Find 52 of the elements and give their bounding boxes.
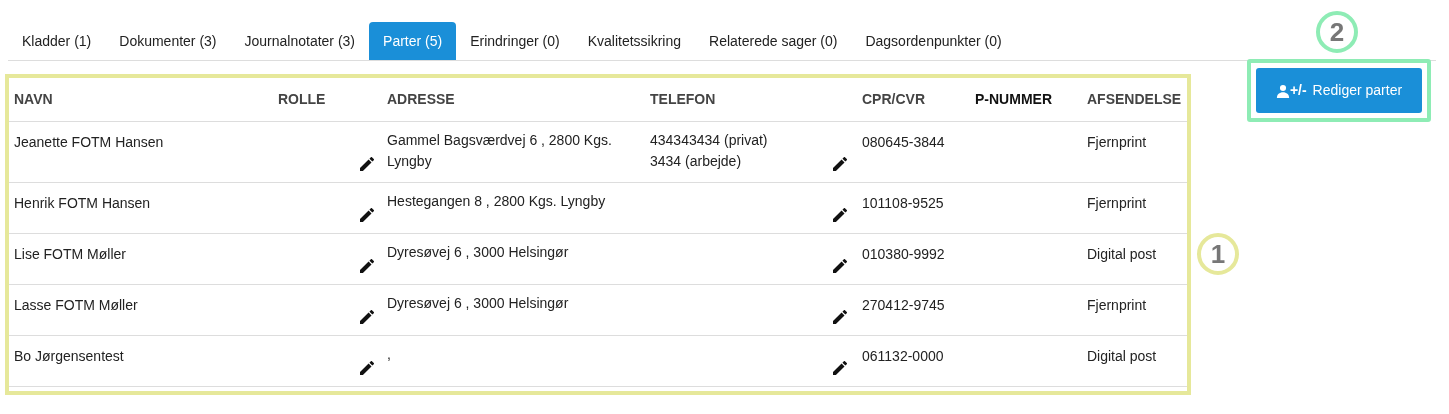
column-header: ADRESSE (387, 90, 456, 109)
table-cell: 010380-9992 (862, 246, 945, 262)
column-header: TELEFON (650, 90, 717, 109)
table-cell: 080645-3844 (862, 134, 945, 150)
table-cell: Digital post (1087, 348, 1157, 364)
table-cell-text: Lyngby (387, 152, 433, 171)
pencil-icon[interactable] (360, 310, 374, 324)
annotation-marker: 1 (1197, 233, 1239, 275)
table-cell-text: 3434 (arbejde) (650, 152, 743, 171)
edit-parties-button[interactable]: +/- Rediger parter (1256, 68, 1422, 113)
pencil-icon[interactable] (833, 208, 847, 222)
table-cell-text: , (387, 345, 392, 364)
pencil-icon[interactable] (360, 259, 374, 273)
column-header: P-NUMMER (975, 90, 1053, 109)
table-cell: Lasse FOTM Møller (14, 297, 138, 313)
table-cell: Digital post (1087, 246, 1157, 262)
table-cell: Jeanette FOTM Hansen (14, 134, 164, 150)
tab[interactable]: Kladder (1) (8, 22, 106, 60)
column-header: ROLLE (278, 90, 327, 109)
pencil-icon[interactable] (360, 361, 374, 375)
tab[interactable]: Parter (5) (369, 22, 457, 60)
pencil-icon[interactable] (360, 208, 374, 222)
pencil-icon[interactable] (833, 157, 847, 171)
user-icon (1275, 83, 1290, 98)
table-cell: Lise FOTM Møller (14, 246, 126, 262)
tab[interactable]: Kvalitetssikring (573, 22, 696, 60)
table-cell: Fjernprint (1087, 134, 1147, 150)
pencil-icon[interactable] (833, 310, 847, 324)
column-header: AFSENDELSE (1087, 90, 1183, 109)
tab[interactable]: Erindringer (0) (456, 22, 574, 60)
column-header: CPR/CVR (862, 90, 926, 109)
tab[interactable]: Dagsordenpunkter (0) (851, 22, 1016, 60)
pencil-icon[interactable] (360, 157, 374, 171)
table-cell-text: Hestegangen 8 , 2800 Kgs. Lyngby (387, 192, 607, 211)
table-cell: Fjernprint (1087, 297, 1147, 313)
annotation-marker: 2 (1316, 11, 1358, 53)
table-cell: 270412-9745 (862, 297, 945, 313)
table-cell: 061132-0000 (862, 348, 944, 364)
table-cell-text: Dyresøvej 6 , 3000 Helsingør (387, 294, 570, 313)
table-cell: Henrik FOTM Hansen (14, 195, 151, 211)
tab[interactable]: Dokumenter (3) (105, 22, 231, 60)
table-cell-text: Gammel Bagsværdvej 6 , 2800 Kgs. (387, 131, 613, 150)
tab[interactable]: Journalnotater (3) (230, 22, 370, 60)
table-cell: Fjernprint (1087, 195, 1147, 211)
table-cell-text: 434343434 (privat) (650, 131, 768, 150)
table-cell-text: Dyresøvej 6 , 3000 Helsingør (387, 243, 570, 262)
pencil-icon[interactable] (833, 259, 847, 273)
table-cell: 101108-9525 (862, 195, 944, 211)
table-cell: Bo Jørgensentest (14, 348, 124, 364)
pencil-icon[interactable] (833, 361, 847, 375)
tab[interactable]: Relaterede sager (0) (695, 22, 852, 60)
column-header: NAVN (14, 90, 54, 109)
